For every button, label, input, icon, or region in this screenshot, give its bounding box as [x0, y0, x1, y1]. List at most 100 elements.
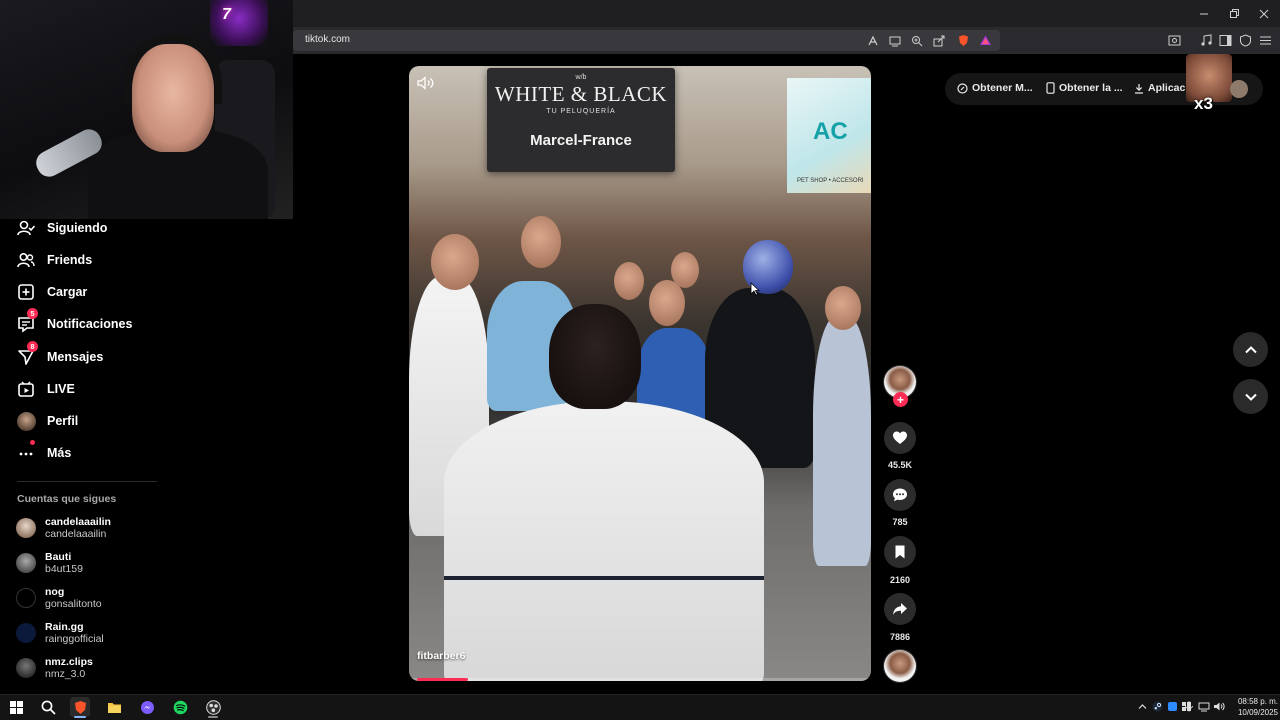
- sidebar-item-following[interactable]: Siguiendo: [16, 217, 107, 239]
- minimize-button[interactable]: [1188, 0, 1220, 27]
- obs-icon: [205, 699, 221, 715]
- account-name: candelaaailin: [45, 515, 111, 528]
- search-icon: [41, 700, 56, 715]
- get-coins-button[interactable]: Obtener M...: [957, 82, 1033, 94]
- cast-icon[interactable]: [887, 33, 902, 48]
- save-button[interactable]: [884, 536, 916, 568]
- search-button[interactable]: [38, 697, 58, 717]
- brave-shields-icon[interactable]: [956, 33, 971, 48]
- account-avatar: [16, 623, 36, 643]
- sidebar-item-profile[interactable]: Perfil: [16, 410, 78, 432]
- sound-avatar[interactable]: [883, 649, 917, 683]
- video-author[interactable]: fitbarber6: [417, 650, 465, 662]
- taskbar-messenger[interactable]: [137, 697, 157, 717]
- bookmark-icon: [895, 545, 905, 559]
- microphone-tray-icon[interactable]: [1183, 700, 1195, 712]
- following-account[interactable]: nmz.clips nmz_3.0: [16, 653, 93, 683]
- get-app-label: Obtener la ...: [1059, 82, 1123, 94]
- screenshot-icon[interactable]: [1166, 32, 1182, 48]
- sign-brand: Marcel-France: [530, 132, 632, 149]
- person-face: [671, 252, 699, 288]
- sidebar-divider: [17, 481, 157, 482]
- zoom-icon[interactable]: [909, 33, 924, 48]
- video-progress-track[interactable]: [409, 678, 871, 681]
- following-account[interactable]: nog gonsalitonto: [16, 583, 102, 613]
- coin-icon: [957, 82, 968, 94]
- get-app-button[interactable]: Obtener la ...: [1046, 82, 1123, 94]
- sidebar-item-friends[interactable]: Friends: [16, 249, 92, 271]
- pet-shop-sign: AC PET SHOP • ACCESORI: [787, 78, 871, 193]
- chevron-down-icon: [1244, 393, 1257, 401]
- close-window-button[interactable]: [1248, 0, 1280, 27]
- close-icon: [1259, 9, 1269, 18]
- media-icon[interactable]: [1198, 32, 1214, 48]
- following-account[interactable]: Rain.gg rainggofficial: [16, 618, 104, 648]
- following-account[interactable]: candelaaailin candelaaailin: [16, 513, 111, 543]
- menu-icon[interactable]: [1257, 32, 1273, 48]
- clock-time: 08:58 p. m.: [1237, 697, 1278, 706]
- taskbar-obs[interactable]: [203, 697, 223, 717]
- taskbar-brave[interactable]: [70, 697, 90, 717]
- volume-icon[interactable]: [417, 76, 435, 90]
- following-icon: [16, 218, 36, 238]
- taskbar-spotify[interactable]: [170, 697, 190, 717]
- shop-sign-footer: PET SHOP • ACCESORI: [797, 178, 864, 184]
- sidebar-item-more[interactable]: Más: [16, 440, 71, 464]
- account-name: nog: [45, 585, 65, 598]
- like-button[interactable]: [884, 422, 916, 454]
- sidebar-item-notifications[interactable]: 5 Notificaciones: [16, 308, 133, 335]
- previous-video-button[interactable]: [1233, 332, 1268, 367]
- sidebar-item-live[interactable]: LIVE: [16, 378, 75, 400]
- profile-avatar: [16, 411, 36, 431]
- start-button[interactable]: [6, 697, 26, 717]
- comment-icon: [893, 488, 907, 502]
- share-button[interactable]: [884, 593, 916, 625]
- sidebar-item-label: LIVE: [47, 382, 75, 396]
- screen: tiktok.com 7 Siguiendo Friends Cargar 5 …: [0, 0, 1280, 720]
- account-avatar: [16, 518, 36, 538]
- sidebar-item-label: Mensajes: [47, 350, 104, 364]
- sidebar-toggle-icon[interactable]: [1217, 32, 1233, 48]
- translate-icon[interactable]: [865, 33, 880, 48]
- user-avatar[interactable]: [1230, 80, 1248, 98]
- chevron-up-icon: [1244, 345, 1257, 353]
- brave-rewards-icon[interactable]: [978, 33, 993, 48]
- sidebar-item-label: Notificaciones: [47, 317, 133, 331]
- video-progress-fill[interactable]: [417, 678, 468, 681]
- account-handle: gonsalitonto: [45, 597, 102, 610]
- app-tray-icon[interactable]: [1166, 700, 1178, 712]
- comment-button[interactable]: [884, 479, 916, 511]
- follow-button[interactable]: +: [893, 392, 908, 407]
- neon-sign-text: 7: [222, 6, 231, 23]
- taskbar-clock[interactable]: 08:58 p. m. 10/09/2025: [1228, 696, 1278, 718]
- restore-button[interactable]: [1218, 0, 1250, 27]
- steam-tray-icon[interactable]: [1151, 700, 1163, 712]
- share-icon: [893, 603, 907, 615]
- friends-icon: [16, 250, 36, 270]
- sidebar-item-messages[interactable]: 8 Mensajes: [16, 341, 104, 368]
- sign-title: WHITE & BLACK: [494, 82, 668, 106]
- wifi-tray-icon[interactable]: [1198, 700, 1210, 712]
- desktop-app-button[interactable]: Aplicaci: [1134, 82, 1188, 94]
- account-handle: rainggofficial: [45, 632, 104, 645]
- following-account[interactable]: Bauti b4ut159: [16, 548, 83, 578]
- volume-tray-icon[interactable]: [1213, 700, 1225, 712]
- video-player[interactable]: w/b WHITE & BLACK TU PELUQUERÍA Marcel-F…: [409, 66, 871, 681]
- account-handle: candelaaailin: [45, 527, 107, 540]
- clock-date: 10/09/2025: [1237, 708, 1278, 717]
- person-face: [825, 286, 861, 330]
- sidebar-item-upload[interactable]: Cargar: [16, 281, 87, 303]
- url-text: tiktok.com: [305, 34, 351, 45]
- emote-multiplier: x3: [1194, 94, 1213, 113]
- account-avatar: [16, 658, 36, 678]
- next-video-button[interactable]: [1233, 379, 1268, 414]
- tray-overflow-icon[interactable]: [1136, 700, 1148, 712]
- vpn-shield-icon[interactable]: [1237, 32, 1253, 48]
- brave-icon: [74, 700, 86, 714]
- restore-icon: [1230, 8, 1239, 18]
- heart-icon: [893, 431, 907, 444]
- taskbar-file-explorer[interactable]: [104, 697, 124, 717]
- upload-icon: [16, 282, 36, 302]
- share-page-icon[interactable]: [931, 33, 946, 48]
- address-bar[interactable]: tiktok.com: [293, 30, 1000, 51]
